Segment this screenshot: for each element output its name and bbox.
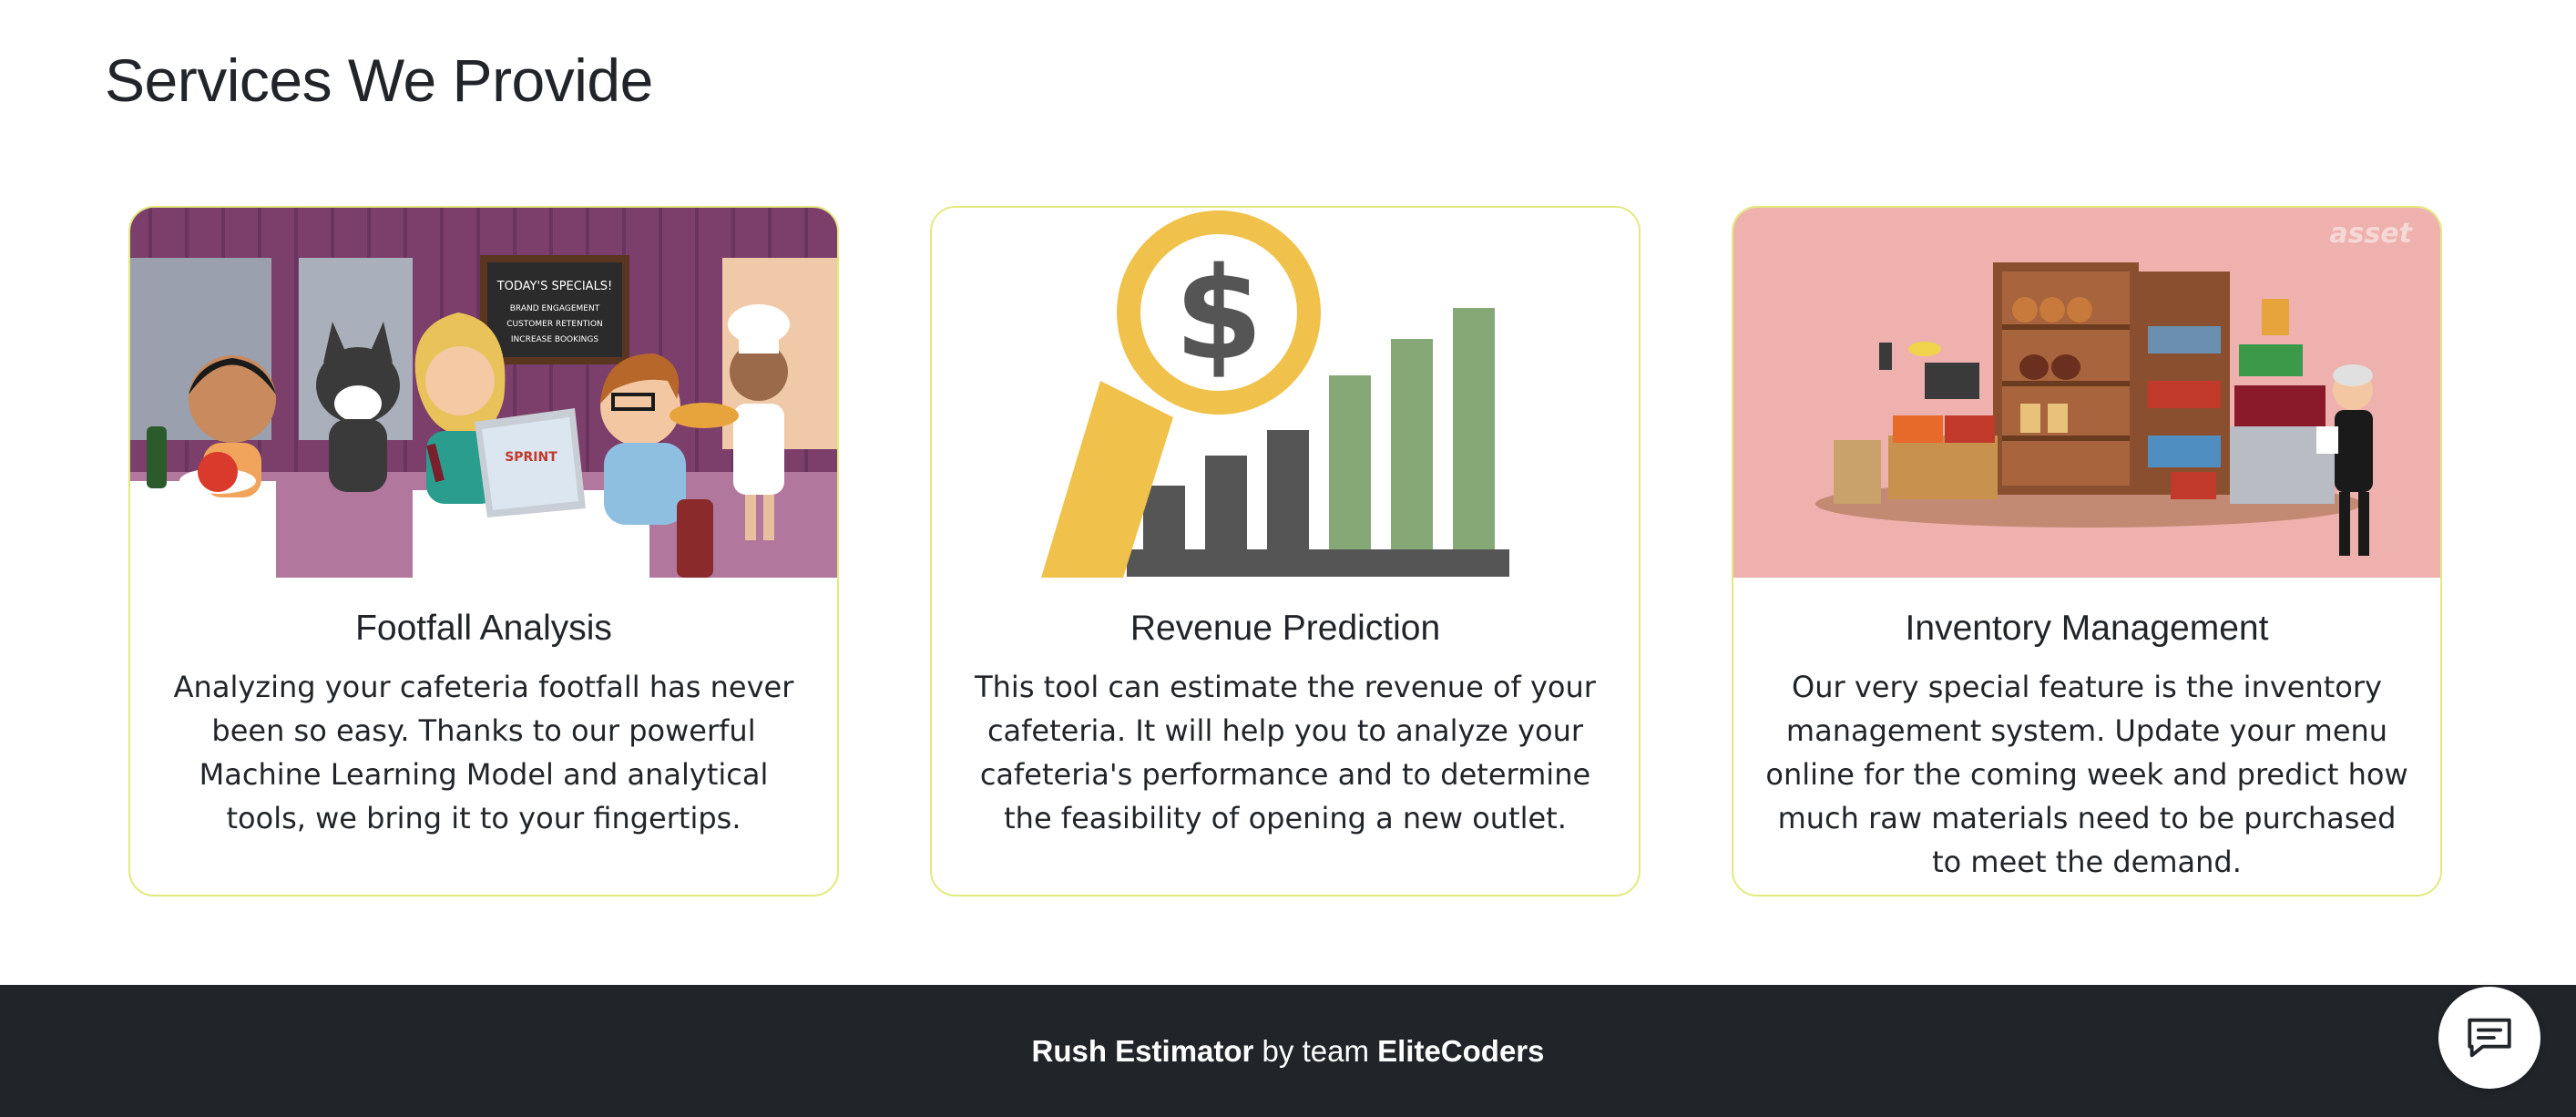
footer-app-name: Rush Estimator <box>1031 1033 1254 1068</box>
board-line-3: INCREASE BOOKINGS <box>511 335 598 344</box>
service-card-inventory: asset Inventory Management Our very spec… <box>1732 206 2442 897</box>
service-title: Inventory Management <box>1905 609 2269 648</box>
grocery-store-illustration-icon: asset <box>1733 208 2440 578</box>
revenue-chart-magnifier-icon: $ <box>932 208 1639 578</box>
service-description: Analyzing your cafeteria footfall has ne… <box>173 670 794 835</box>
cafeteria-illustration-icon: TODAY'S SPECIALS! BRAND ENGAGEMENT CUSTO… <box>130 208 837 578</box>
watermark-text: asset <box>2329 218 2413 250</box>
footer-by-text: by team <box>1262 1033 1369 1068</box>
service-description: Our very special feature is the inventor… <box>1765 670 2408 879</box>
footer-team-name: EliteCoders <box>1377 1033 1545 1068</box>
board-line-2: CUSTOMER RETENTION <box>506 320 603 329</box>
currency-symbol: $ <box>1174 241 1262 389</box>
chat-button[interactable] <box>2438 987 2540 1089</box>
footer: Rush Estimator by team EliteCoders <box>0 985 2576 1117</box>
page-title: Services We Provide <box>105 46 653 114</box>
board-line-1: BRAND ENGAGEMENT <box>510 304 600 313</box>
service-card-revenue: $ Revenue Prediction This tool can estim… <box>930 206 1641 897</box>
footer-credit: Rush Estimator by team EliteCoders <box>1032 1034 1545 1069</box>
board-title: TODAY'S SPECIALS! <box>496 280 613 293</box>
service-description: This tool can estimate the revenue of yo… <box>975 670 1596 835</box>
service-title: Revenue Prediction <box>1130 609 1441 648</box>
chat-icon <box>2468 1018 2511 1058</box>
service-title: Footfall Analysis <box>355 609 612 648</box>
service-card-footfall: TODAY'S SPECIALS! BRAND ENGAGEMENT CUSTO… <box>128 206 839 897</box>
laptop-screen-text: SPRINT <box>505 450 557 465</box>
